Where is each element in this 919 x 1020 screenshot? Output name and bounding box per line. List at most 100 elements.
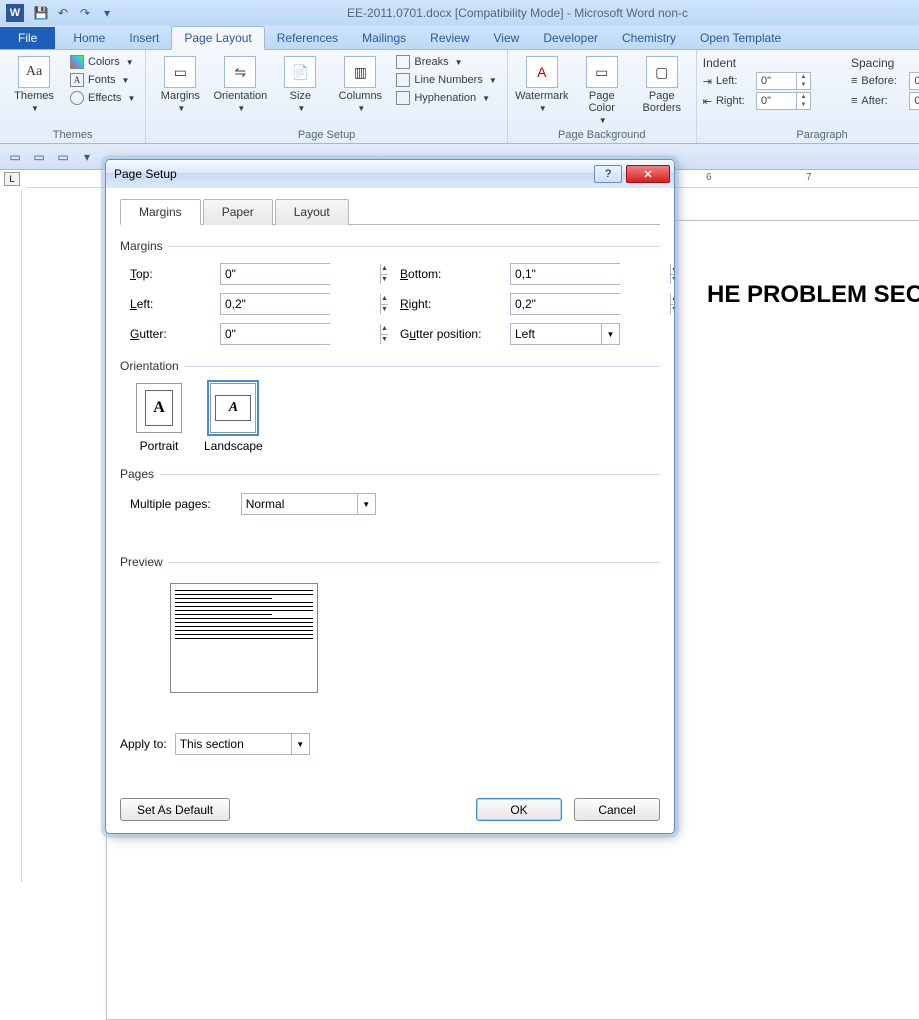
portrait-label: Portrait <box>140 439 179 453</box>
orientation-button[interactable]: ⇋Orientation▼ <box>212 52 268 113</box>
columns-btn-label: Columns <box>339 90 382 102</box>
margins-btn-label: Margins <box>161 90 200 102</box>
pages-row: Multiple pages: Normal▼ <box>130 493 660 515</box>
spin-down-icon[interactable]: ▼ <box>381 275 388 285</box>
qat-dropdown-icon[interactable]: ▾ <box>98 4 116 22</box>
landscape-label: Landscape <box>204 439 263 453</box>
dialog-buttons: Set As Default OK Cancel <box>120 798 660 821</box>
multiple-pages-value: Normal <box>242 494 357 514</box>
orientation-portrait[interactable]: A Portrait <box>136 383 182 453</box>
dialog-titlebar[interactable]: Page Setup ? ✕ <box>106 160 674 188</box>
chevron-down-icon: ▼ <box>357 494 375 514</box>
themes-button[interactable]: Aa Themes ▼ <box>6 52 62 113</box>
tab-open-template[interactable]: Open Template <box>688 27 793 49</box>
effects-button[interactable]: Effects▼ <box>66 90 139 106</box>
spacing-before-value: 0 <box>914 75 919 87</box>
hyphenation-icon <box>396 91 410 105</box>
section-pages-label: Pages <box>120 467 154 481</box>
spin-up-icon[interactable]: ▲ <box>381 264 388 275</box>
columns-button[interactable]: ▥Columns▼ <box>332 52 388 113</box>
dialog-tab-paper[interactable]: Paper <box>203 199 273 225</box>
spacing-after-value: 0 <box>914 95 919 107</box>
tab-references[interactable]: References <box>265 27 350 49</box>
toolbar-btn-2[interactable]: ▭ <box>30 148 48 166</box>
margin-right-input[interactable]: ▲▼ <box>510 293 620 315</box>
margins-icon: ▭ <box>164 56 196 88</box>
effects-label: Effects <box>88 92 121 104</box>
spacing-before-input[interactable]: 0 <box>909 72 919 90</box>
tab-insert[interactable]: Insert <box>117 27 171 49</box>
window-titlebar: W 💾 ↶ ↷ ▾ EE-2011.0701.docx [Compatibili… <box>0 0 919 26</box>
apply-to-row: Apply to: This section▼ <box>120 733 660 755</box>
dialog-tabs: Margins Paper Layout <box>120 198 660 225</box>
tab-view[interactable]: View <box>482 27 532 49</box>
multiple-pages-combo[interactable]: Normal▼ <box>241 493 376 515</box>
fonts-label: Fonts <box>88 74 116 86</box>
undo-icon[interactable]: ↶ <box>54 4 72 22</box>
watermark-button[interactable]: AWatermark▼ <box>514 52 570 113</box>
chevron-down-icon: ▼ <box>31 104 39 113</box>
gutter-position-combo[interactable]: Left▼ <box>510 323 620 345</box>
size-button[interactable]: 📄Size▼ <box>272 52 328 113</box>
apply-to-combo[interactable]: This section▼ <box>175 733 310 755</box>
page-color-button[interactable]: ▭Page Color▼ <box>574 52 630 125</box>
themes-label: Themes <box>14 90 54 102</box>
spacing-after-icon: ≡ <box>851 95 857 107</box>
indent-head: Indent <box>703 56 811 70</box>
margin-left-input[interactable]: ▲▼ <box>220 293 330 315</box>
margins-button[interactable]: ▭Margins▼ <box>152 52 208 113</box>
page-setup-dialog: Page Setup ? ✕ Margins Paper Layout Marg… <box>105 159 675 834</box>
indent-left-input[interactable]: 0"▲▼ <box>756 72 811 90</box>
group-page-setup-label: Page Setup <box>152 129 500 143</box>
ribbon: Aa Themes ▼ Colors▼ A Fonts ▼ Effects▼ The… <box>0 50 919 144</box>
tab-home[interactable]: Home <box>61 27 117 49</box>
toolbar-dropdown-icon[interactable]: ▾ <box>78 148 96 166</box>
chevron-down-icon: ▼ <box>601 324 619 344</box>
help-button[interactable]: ? <box>594 165 622 183</box>
hyphenation-button[interactable]: Hyphenation▼ <box>392 90 500 106</box>
vertical-ruler[interactable] <box>4 190 22 882</box>
close-button[interactable]: ✕ <box>626 165 670 183</box>
margin-gutter-label: Gutter: <box>130 327 220 341</box>
toolbar-btn-1[interactable]: ▭ <box>6 148 24 166</box>
portrait-page-icon: A <box>145 390 173 426</box>
dialog-tab-layout[interactable]: Layout <box>275 199 349 225</box>
ruler-tab-selector[interactable]: L <box>4 172 20 186</box>
group-page-setup: ▭Margins▼ ⇋Orientation▼ 📄Size▼ ▥Columns▼… <box>146 50 507 143</box>
redo-icon[interactable]: ↷ <box>76 4 94 22</box>
tab-file[interactable]: File <box>0 27 55 49</box>
colors-button[interactable]: Colors▼ <box>66 54 139 70</box>
tab-chemistry[interactable]: Chemistry <box>610 27 688 49</box>
dialog-tab-margins[interactable]: Margins <box>120 199 201 225</box>
margin-top-input[interactable]: ▲▼ <box>220 263 330 285</box>
ok-button[interactable]: OK <box>476 798 562 821</box>
margin-bottom-input[interactable]: ▲▼ <box>510 263 620 285</box>
tab-page-layout[interactable]: Page Layout <box>171 26 264 50</box>
set-as-default-button[interactable]: Set As Default <box>120 798 230 821</box>
spacing-after-label: After: <box>861 95 905 107</box>
toolbar-btn-3[interactable]: ▭ <box>54 148 72 166</box>
colors-icon <box>70 55 84 69</box>
breaks-button[interactable]: Breaks▼ <box>392 54 500 70</box>
fonts-icon: A <box>70 73 84 87</box>
watermark-icon: A <box>526 56 558 88</box>
orientation-row: A Portrait A Landscape <box>136 383 660 453</box>
tab-review[interactable]: Review <box>418 27 481 49</box>
margin-gutter-input[interactable]: ▲▼ <box>220 323 330 345</box>
breaks-label: Breaks <box>414 56 448 68</box>
tab-developer[interactable]: Developer <box>531 27 610 49</box>
tab-mailings[interactable]: Mailings <box>350 27 418 49</box>
orientation-landscape[interactable]: A Landscape <box>204 383 263 453</box>
line-numbers-label: Line Numbers <box>414 74 482 86</box>
margin-left-label: Left: <box>130 297 220 311</box>
line-numbers-button[interactable]: Line Numbers▼ <box>392 72 500 88</box>
spacing-after-input[interactable]: 0 <box>909 92 919 110</box>
cancel-button[interactable]: Cancel <box>574 798 660 821</box>
save-icon[interactable]: 💾 <box>32 4 50 22</box>
page-borders-button[interactable]: ▢Page Borders <box>634 52 690 114</box>
indent-right-input[interactable]: 0"▲▼ <box>756 92 811 110</box>
group-paragraph: Indent ⇥Left:0"▲▼ ⇤Right:0"▲▼ Spacing ≡B… <box>697 50 919 143</box>
indent-right-icon: ⇤ <box>703 95 712 108</box>
fonts-button[interactable]: AFonts▼ <box>66 72 139 88</box>
indent-left-value: 0" <box>761 75 771 87</box>
